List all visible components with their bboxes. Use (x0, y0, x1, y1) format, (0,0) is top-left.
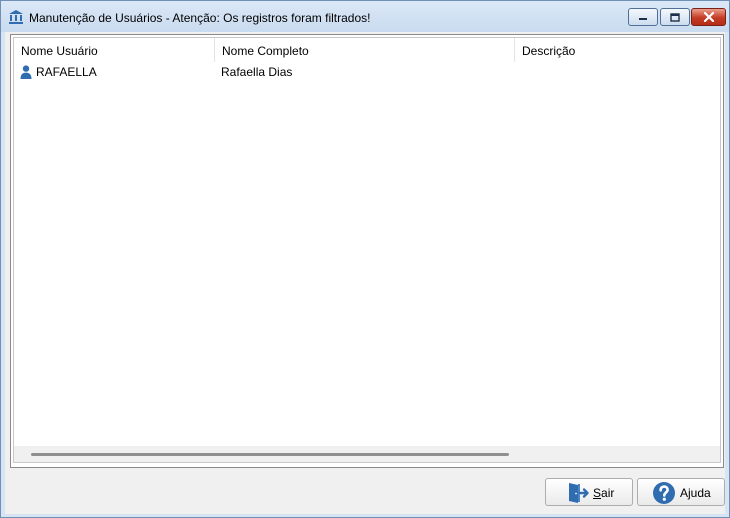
horizontal-scrollbar[interactable] (14, 446, 720, 462)
maximize-button[interactable] (660, 8, 690, 26)
user-icon (20, 65, 32, 79)
sair-button[interactable]: Sair (545, 478, 633, 506)
column-header-descricao[interactable]: Descrição (514, 38, 720, 62)
client-area: Nome Usuário Nome Completo Descrição RAF… (5, 32, 725, 514)
table-row[interactable]: RAFAELLA Rafaella Dias (14, 63, 720, 81)
minimize-button[interactable] (628, 8, 658, 26)
users-list-frame: Nome Usuário Nome Completo Descrição RAF… (10, 34, 724, 468)
maximize-icon (670, 12, 680, 22)
users-list[interactable]: Nome Usuário Nome Completo Descrição RAF… (13, 37, 721, 463)
help-icon (653, 482, 675, 504)
sair-label: Sair (593, 486, 615, 500)
app-window: Manutenção de Usuários - Atenção: Os reg… (0, 0, 730, 518)
column-header-nome-usuario[interactable]: Nome Usuário (14, 38, 214, 62)
minimize-icon (639, 18, 647, 20)
exit-door-icon (569, 483, 589, 503)
title-bar[interactable]: Manutenção de Usuários - Atenção: Os reg… (1, 1, 729, 32)
column-header-nome-completo[interactable]: Nome Completo (214, 38, 514, 62)
ajuda-label: Ajuda (680, 486, 711, 500)
cell-nome-completo: Rafaella Dias (221, 65, 293, 79)
close-icon (703, 12, 714, 22)
cell-nome-usuario: RAFAELLA (36, 65, 97, 79)
ajuda-button[interactable]: Ajuda (637, 478, 725, 506)
window-title: Manutenção de Usuários - Atenção: Os reg… (29, 11, 371, 25)
scrollbar-thumb[interactable] (31, 453, 509, 456)
close-button[interactable] (691, 8, 726, 26)
bank-icon (9, 10, 23, 24)
